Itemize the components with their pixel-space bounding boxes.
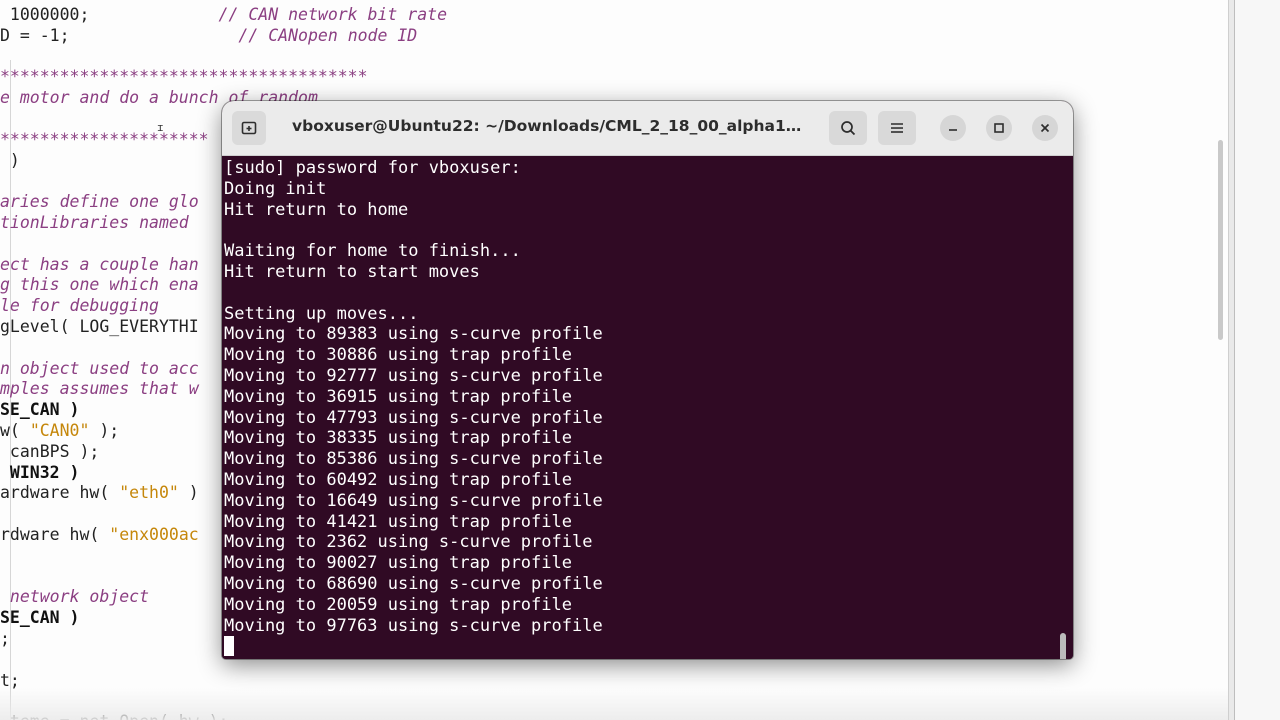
editor-bottom-shadow (0, 688, 1228, 720)
code-token: le for debugging (0, 296, 159, 316)
editor-code-line: ect has a couple han (0, 255, 199, 275)
new-tab-button[interactable] (232, 111, 266, 145)
code-token: D = -1; (0, 25, 70, 45)
code-token: SE_CAN ) (0, 400, 80, 420)
close-button[interactable] (1032, 115, 1058, 141)
code-token: network object (0, 587, 150, 607)
window-title: vboxuser@Ubuntu22: ~/Downloads/CML_2_18_… (292, 117, 812, 135)
terminal-text: [sudo] password for vboxuser: Doing init H… (224, 158, 1054, 636)
code-token: // CAN network bit rate (89, 5, 448, 24)
editor-code-line: n object used to acc (0, 359, 199, 379)
editor-code-line: le for debugging (0, 296, 159, 316)
code-token: gLevel( LOG_EVERYTHI (0, 317, 199, 336)
maximize-icon (994, 123, 1004, 133)
terminal-output-line: Moving to 92777 using s-curve profile (224, 365, 603, 386)
editor-scrollbar[interactable] (1218, 140, 1223, 340)
terminal-output-line: Moving to 47793 using s-curve profile (224, 407, 603, 428)
editor-code-line: ************************************* (0, 67, 368, 87)
editor-code-line: ardware hw( "eth0" ) (0, 483, 199, 503)
code-token: rdware hw( (0, 525, 110, 544)
code-token: w( (0, 421, 30, 440)
editor-code-line: ; (0, 629, 10, 649)
code-token: n object used to acc (0, 358, 199, 378)
editor-code-line: gLevel( LOG_EVERYTHI (0, 317, 199, 337)
editor-code-line: ) (0, 151, 20, 171)
editor-code-line: network object (0, 587, 149, 607)
editor-code-line: w( "CAN0" ); (0, 421, 119, 441)
terminal-output-line: Moving to 90027 using trap profile (224, 553, 572, 574)
code-token: mples assumes that w (0, 379, 199, 399)
terminal-output-line: Moving to 2362 using s-curve profile (224, 532, 593, 553)
editor-code-line: ********************* (0, 130, 209, 150)
terminal-output-line: Moving to 41421 using trap profile (224, 511, 572, 532)
editor-code-line: mples assumes that w (0, 379, 199, 399)
code-token: g this one which ena (0, 275, 199, 295)
terminal-output-line: Moving to 60492 using trap profile (224, 469, 572, 490)
search-button[interactable] (829, 111, 867, 145)
code-token: 1000000; (0, 5, 90, 24)
terminal-scrollbar[interactable] (1060, 633, 1066, 659)
terminal-output-line: Moving to 16649 using s-curve profile (224, 490, 603, 511)
terminal-output-line: Hit return to home (224, 199, 409, 220)
terminal-cursor (224, 636, 234, 656)
terminal-output-line: Moving to 30886 using trap profile (224, 345, 572, 366)
hamburger-menu-icon (891, 123, 903, 133)
menu-button[interactable] (878, 111, 916, 145)
terminal-output-line: Moving to 36915 using trap profile (224, 386, 572, 407)
close-icon (1040, 123, 1050, 133)
terminal-output-line: Hit return to start moves (224, 261, 480, 282)
terminal-titlebar[interactable]: vboxuser@Ubuntu22: ~/Downloads/CML_2_18_… (222, 101, 1073, 156)
code-token: canBPS ); (0, 441, 100, 461)
editor-code-line: tionLibraries named (0, 213, 189, 233)
editor-code-line: rdware hw( "enx000ac (0, 525, 199, 545)
desktop-screen: 1000000; // CAN network bit rate D = -1; … (0, 0, 1280, 720)
code-token: ********************* (0, 129, 209, 149)
code-token: "CAN0" (29, 421, 90, 440)
code-token: // CANopen node ID (69, 25, 418, 45)
minimize-button[interactable] (940, 115, 966, 141)
terminal-output-line: Moving to 89383 using s-curve profile (224, 324, 603, 345)
code-token: ) (0, 150, 20, 170)
editor-code-line: SE_CAN ) (0, 400, 79, 420)
terminal-output-line: Moving to 38335 using trap profile (224, 428, 572, 449)
editor-code-line: SE_CAN ) (0, 608, 79, 628)
editor-code-line: canBPS ); (0, 442, 99, 462)
terminal-output-line: Moving to 68690 using s-curve profile (224, 573, 603, 594)
terminal-window[interactable]: vboxuser@Ubuntu22: ~/Downloads/CML_2_18_… (222, 101, 1073, 659)
code-token: tionLibraries named (0, 213, 189, 232)
terminal-output-line: Doing init (224, 178, 327, 199)
side-panel (1234, 0, 1280, 720)
terminal-output-line: [sudo] password for vboxuser: (224, 158, 521, 178)
code-token: ; (0, 629, 10, 648)
code-token: WIN32 ) (0, 462, 80, 482)
code-token: aries define one glo (0, 192, 199, 212)
terminal-new-tab-icon (241, 121, 257, 135)
terminal-output-area[interactable]: [sudo] password for vboxuser: Doing init H… (222, 156, 1073, 659)
code-token: SE_CAN ) (0, 608, 80, 628)
terminal-output-line: Moving to 85386 using s-curve profile (224, 449, 603, 470)
code-token: ); (89, 421, 120, 440)
terminal-output-line: Moving to 97763 using s-curve profile (224, 615, 603, 636)
terminal-output-line: Setting up moves... (224, 303, 419, 324)
code-token: "enx000ac (109, 525, 199, 544)
terminal-output-line: Moving to 20059 using trap profile (224, 594, 572, 615)
maximize-button[interactable] (986, 115, 1012, 141)
code-token: t; (0, 670, 20, 690)
code-token: ) (178, 483, 199, 503)
editor-code-line: WIN32 ) (0, 462, 80, 483)
code-token: ardware hw( (0, 483, 120, 503)
search-icon (841, 121, 856, 136)
editor-code-line: D = -1; // CANopen node ID (0, 26, 417, 46)
code-token: "eth0" (119, 483, 179, 503)
editor-code-line: g this one which ena (0, 275, 199, 295)
terminal-output-line: Waiting for home to finish... (224, 241, 521, 262)
editor-code-line: aries define one glo (0, 192, 199, 212)
mouse-ibeam-cursor-icon: ɪ (157, 121, 164, 134)
code-token: ect has a couple han (0, 254, 199, 274)
code-token: ************************************* (0, 67, 368, 87)
editor-code-line: 1000000; // CAN network bit rate (0, 5, 447, 25)
minimize-icon (949, 129, 957, 131)
